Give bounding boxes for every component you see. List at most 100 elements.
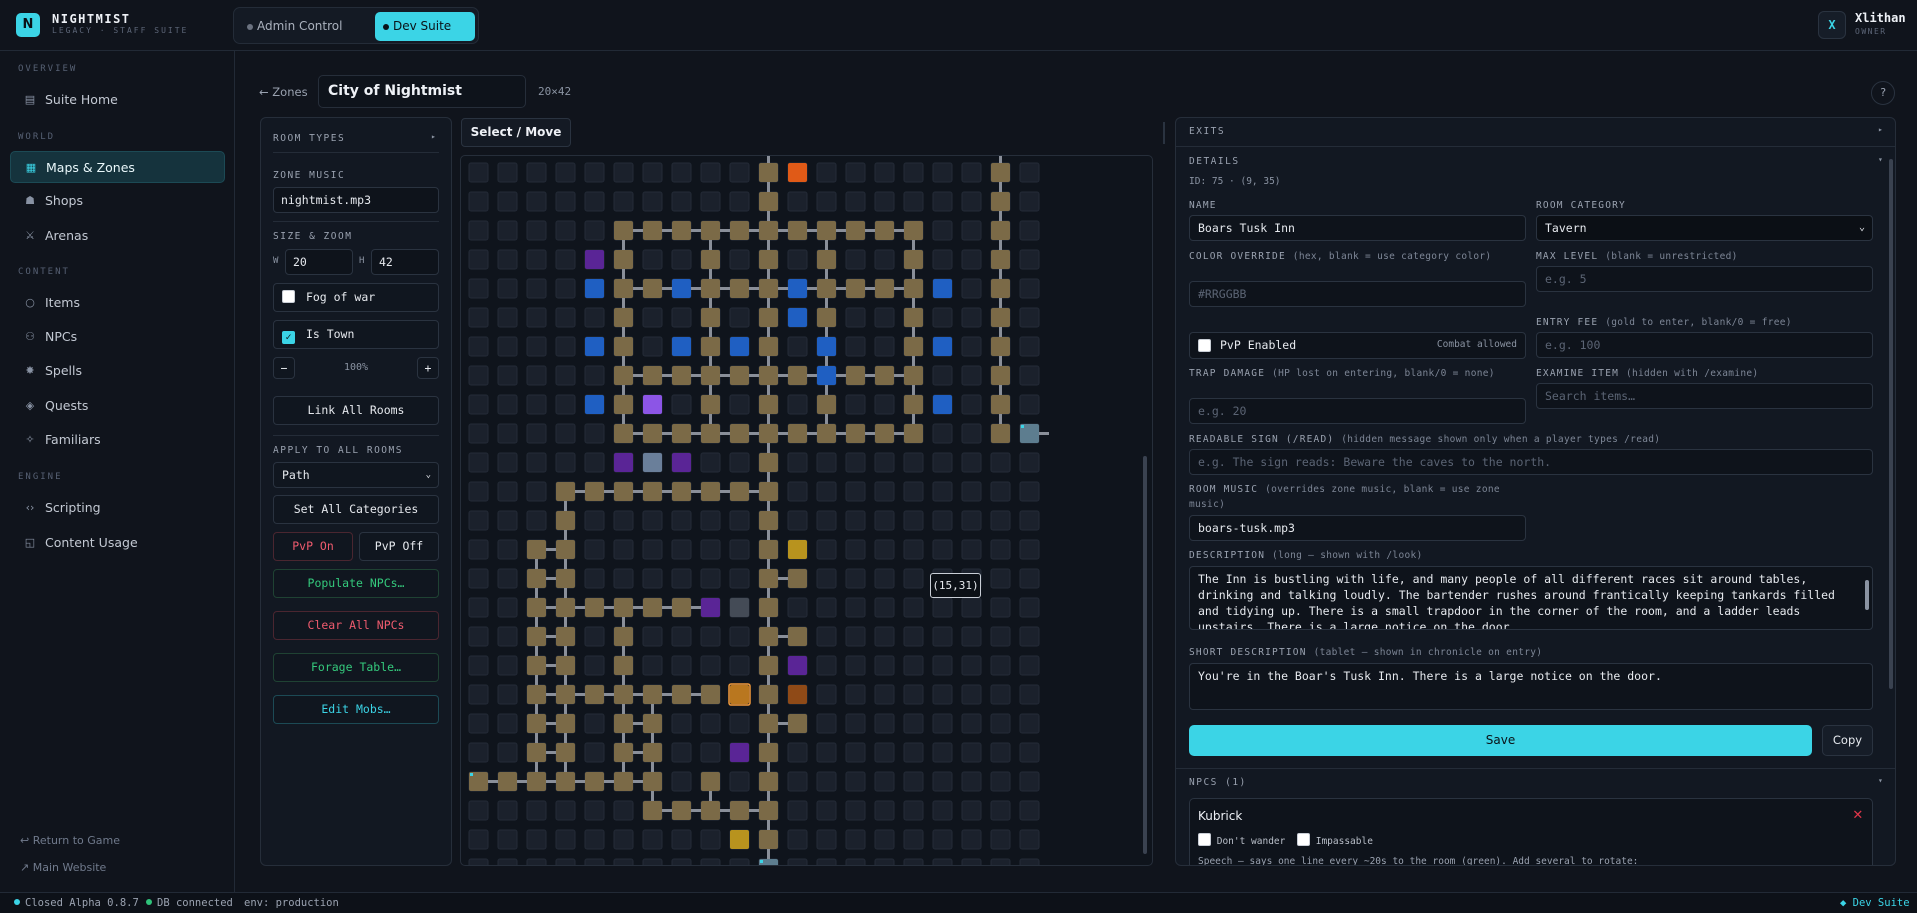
empty-cell[interactable]	[584, 800, 605, 821]
empty-cell[interactable]	[961, 829, 982, 850]
back-to-zones-link[interactable]: ← Zones	[259, 85, 308, 99]
room-cell[interactable]	[556, 685, 575, 704]
room-cell[interactable]	[672, 685, 691, 704]
empty-cell[interactable]	[932, 713, 953, 734]
empty-cell[interactable]	[903, 597, 924, 618]
room-cell[interactable]	[701, 482, 720, 501]
dev-suite-tab[interactable]: Dev Suite	[375, 12, 475, 41]
empty-cell[interactable]	[468, 684, 489, 705]
room-cell[interactable]	[759, 366, 778, 385]
room-cell[interactable]	[759, 279, 778, 298]
room-cell[interactable]	[875, 279, 894, 298]
empty-cell[interactable]	[497, 249, 518, 270]
empty-cell[interactable]	[584, 220, 605, 241]
room-cell[interactable]	[904, 337, 923, 356]
sidebar-item-content-usage[interactable]: ◱ Content Usage	[10, 527, 225, 559]
empty-cell[interactable]	[845, 568, 866, 589]
sidebar-item-scripting[interactable]: ‹› Scripting	[10, 492, 225, 524]
main-website-link[interactable]: ↗ Main Website	[20, 861, 106, 874]
empty-cell[interactable]	[1019, 162, 1040, 183]
empty-cell[interactable]	[845, 539, 866, 560]
room-cell[interactable]	[730, 424, 749, 443]
room-cell[interactable]	[527, 743, 546, 762]
empty-cell[interactable]	[903, 829, 924, 850]
room-cell[interactable]	[991, 308, 1010, 327]
empty-cell[interactable]	[932, 771, 953, 792]
empty-cell[interactable]	[874, 597, 895, 618]
empty-cell[interactable]	[468, 481, 489, 502]
empty-cell[interactable]	[816, 858, 837, 866]
empty-cell[interactable]	[497, 423, 518, 444]
empty-cell[interactable]	[526, 858, 547, 866]
empty-cell[interactable]	[468, 249, 489, 270]
empty-cell[interactable]	[468, 742, 489, 763]
empty-cell[interactable]	[816, 713, 837, 734]
empty-cell[interactable]	[671, 539, 692, 560]
npcs-heading[interactable]: NPCS (1)	[1189, 777, 1247, 788]
empty-cell[interactable]	[990, 655, 1011, 676]
empty-cell[interactable]	[671, 829, 692, 850]
room-cell[interactable]	[730, 685, 749, 704]
empty-cell[interactable]	[874, 510, 895, 531]
empty-cell[interactable]	[642, 307, 663, 328]
room-cell[interactable]	[643, 801, 662, 820]
empty-cell[interactable]	[874, 452, 895, 473]
empty-cell[interactable]	[961, 162, 982, 183]
empty-cell[interactable]	[816, 191, 837, 212]
empty-cell[interactable]	[787, 800, 808, 821]
room-cell[interactable]	[759, 830, 778, 849]
empty-cell[interactable]	[468, 423, 489, 444]
room-cell[interactable]	[556, 743, 575, 762]
empty-cell[interactable]	[932, 249, 953, 270]
room-cell[interactable]	[788, 569, 807, 588]
empty-cell[interactable]	[468, 829, 489, 850]
room-cell[interactable]	[904, 308, 923, 327]
empty-cell[interactable]	[555, 800, 576, 821]
remove-npc-icon[interactable]: ✕	[1853, 804, 1863, 823]
empty-cell[interactable]	[874, 162, 895, 183]
empty-cell[interactable]	[555, 336, 576, 357]
empty-cell[interactable]	[961, 771, 982, 792]
empty-cell[interactable]	[903, 568, 924, 589]
empty-cell[interactable]	[932, 858, 953, 866]
empty-cell[interactable]	[613, 162, 634, 183]
room-cell[interactable]	[614, 337, 633, 356]
room-cell[interactable]	[991, 424, 1010, 443]
forage-table-button[interactable]: Forage Table…	[273, 653, 439, 682]
empty-cell[interactable]	[555, 829, 576, 850]
room-cell[interactable]	[991, 395, 1010, 414]
map-scrollbar[interactable]	[1143, 456, 1147, 854]
empty-cell[interactable]	[874, 394, 895, 415]
room-cell[interactable]	[875, 366, 894, 385]
empty-cell[interactable]	[932, 162, 953, 183]
room-cell[interactable]	[643, 743, 662, 762]
empty-cell[interactable]	[961, 249, 982, 270]
empty-cell[interactable]	[874, 858, 895, 866]
empty-cell[interactable]	[729, 626, 750, 647]
empty-cell[interactable]	[497, 162, 518, 183]
empty-cell[interactable]	[845, 336, 866, 357]
room-cell[interactable]	[788, 685, 807, 704]
room-cell[interactable]	[585, 395, 604, 414]
set-all-categories-button[interactable]: Set All Categories	[273, 495, 439, 524]
room-cell[interactable]	[730, 743, 749, 762]
empty-cell[interactable]	[787, 829, 808, 850]
sidebar-item-familiars[interactable]: ✧ Familiars	[10, 424, 225, 456]
empty-cell[interactable]	[642, 858, 663, 866]
empty-cell[interactable]	[729, 249, 750, 270]
room-cell[interactable]	[672, 366, 691, 385]
room-cell[interactable]	[643, 279, 662, 298]
zone-map-canvas[interactable]	[460, 155, 1153, 866]
empty-cell[interactable]	[816, 771, 837, 792]
empty-cell[interactable]	[584, 829, 605, 850]
empty-cell[interactable]	[1019, 597, 1040, 618]
empty-cell[interactable]	[526, 162, 547, 183]
empty-cell[interactable]	[816, 510, 837, 531]
empty-cell[interactable]	[845, 771, 866, 792]
empty-cell[interactable]	[932, 423, 953, 444]
empty-cell[interactable]	[526, 191, 547, 212]
empty-cell[interactable]	[1019, 858, 1040, 866]
empty-cell[interactable]	[642, 249, 663, 270]
empty-cell[interactable]	[816, 742, 837, 763]
room-cell[interactable]	[759, 163, 778, 182]
